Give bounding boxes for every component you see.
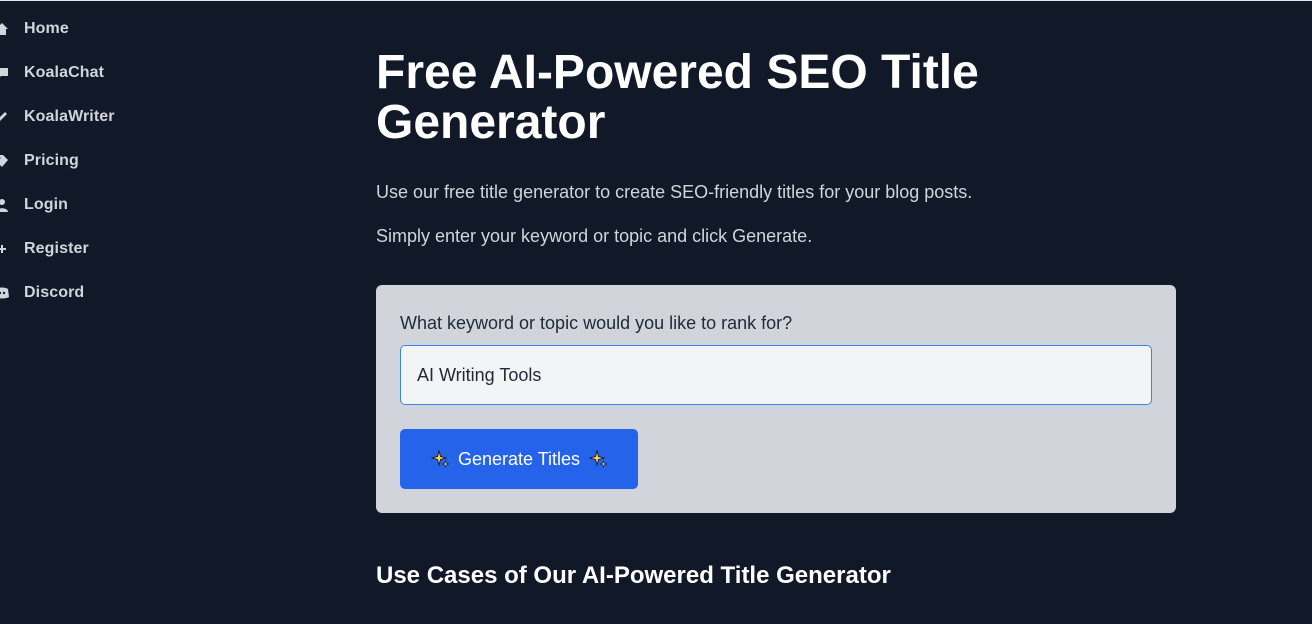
user-plus-icon [0,241,10,257]
use-cases-heading: Use Cases of Our AI-Powered Title Genera… [376,562,891,589]
discord-icon [0,285,10,301]
sparkles-icon [588,449,608,469]
sparkles-icon [430,449,450,469]
sidebar-item-koalachat[interactable]: KoalaChat [0,58,200,88]
main-content: Free AI-Powered SEO Title Generator Use … [376,0,1176,624]
sidebar-item-label: KoalaWriter [24,108,115,125]
generate-button-label: Generate Titles [457,448,581,469]
sidebar-item-label: Pricing [24,152,79,169]
keyword-input[interactable] [400,345,1152,405]
intro-text: Use our free title generator to create S… [376,182,973,202]
tag-icon [0,153,10,169]
sidebar-item-label: Discord [24,284,85,301]
pen-icon [0,109,10,125]
home-icon [0,21,10,37]
sidebar-item-login[interactable]: Login [0,190,200,220]
sidebar-item-label: KoalaChat [24,64,105,81]
sidebar-nav: Home KoalaChat KoalaWriter Pricing Login… [0,0,300,624]
sidebar-item-discord[interactable]: Discord [0,278,200,308]
user-icon [0,197,10,213]
sidebar-item-home[interactable]: Home [0,14,200,44]
chat-icon [0,65,10,81]
sidebar-item-pricing[interactable]: Pricing [0,146,200,176]
generate-titles-button[interactable]: Generate Titles [400,429,638,489]
page-title: Free AI-Powered SEO Title Generator [376,46,979,149]
keyword-label: What keyword or topic would you like to … [400,313,793,333]
instructions-text: Simply enter your keyword or topic and c… [376,226,813,246]
sidebar-item-label: Login [24,196,69,213]
sidebar-item-register[interactable]: Register [0,234,200,264]
sidebar-item-koalawriter[interactable]: KoalaWriter [0,102,200,132]
sidebar-item-label: Register [24,240,89,257]
sidebar-item-label: Home [24,20,69,37]
title-generator-form: What keyword or topic would you like to … [376,285,1176,513]
